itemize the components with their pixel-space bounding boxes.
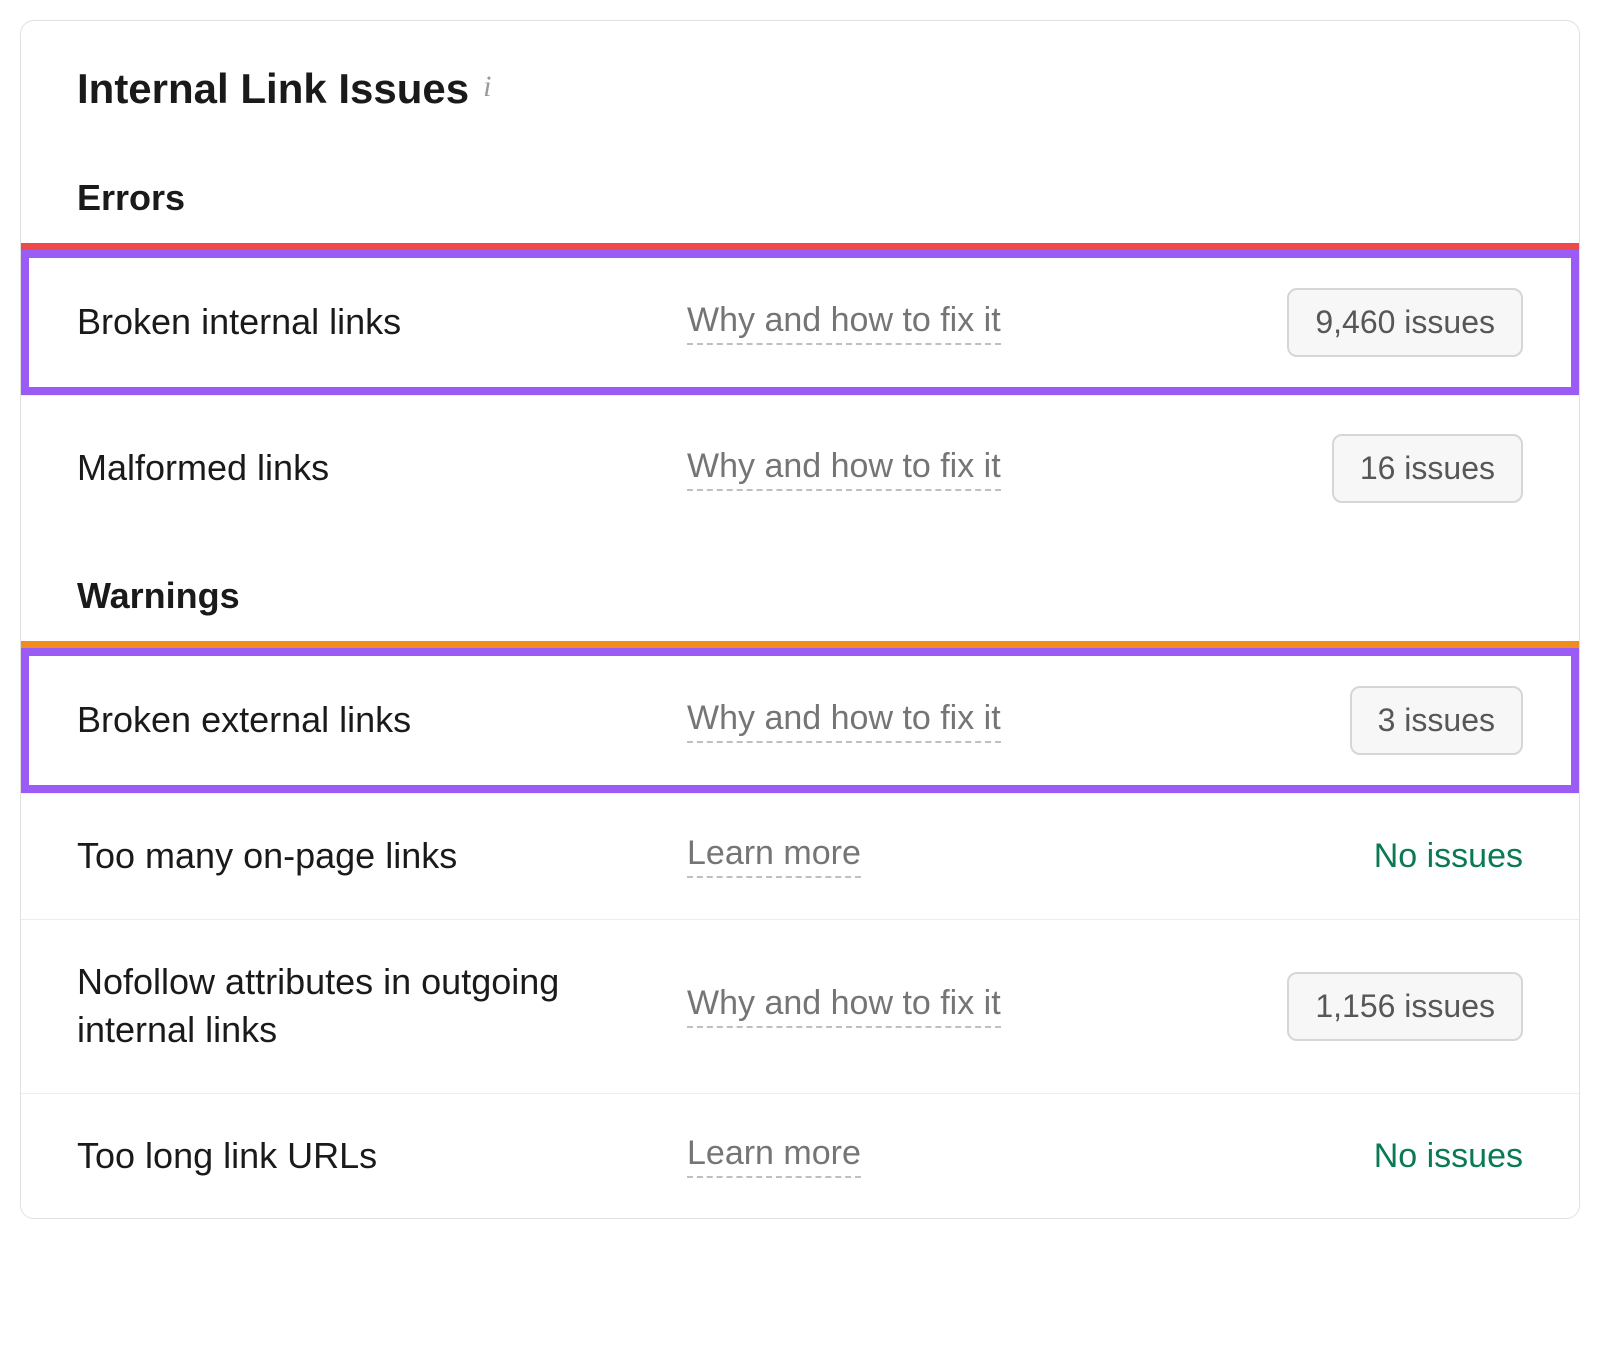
panel-title: Internal Link Issues (77, 65, 469, 113)
issue-row-too-long-link-urls[interactable]: Too long link URLs Learn more No issues (21, 1093, 1579, 1219)
issue-name: Broken external links (77, 696, 687, 745)
no-issues-label: No issues (1374, 837, 1523, 875)
warnings-divider-bar (21, 641, 1579, 648)
issue-row-nofollow-attributes[interactable]: Nofollow attributes in outgoing internal… (21, 919, 1579, 1093)
no-issues-label: No issues (1374, 1137, 1523, 1175)
issue-name: Nofollow attributes in outgoing internal… (77, 958, 687, 1055)
learn-more-link[interactable]: Learn more (687, 834, 861, 878)
info-icon[interactable]: i (483, 70, 491, 104)
section-heading-errors: Errors (21, 143, 1579, 243)
issue-count-badge[interactable]: 16 issues (1332, 434, 1523, 503)
issue-name: Too long link URLs (77, 1132, 687, 1181)
issue-count-badge[interactable]: 3 issues (1350, 686, 1523, 755)
section-heading-warnings: Warnings (21, 541, 1579, 641)
why-and-how-link[interactable]: Why and how to fix it (687, 447, 1001, 491)
internal-link-issues-panel: Internal Link Issues i Errors Broken int… (20, 20, 1580, 1219)
issue-row-malformed-links[interactable]: Malformed links Why and how to fix it 16… (21, 395, 1579, 541)
issue-row-broken-internal-links[interactable]: Broken internal links Why and how to fix… (21, 250, 1579, 395)
issue-count-badge[interactable]: 1,156 issues (1287, 972, 1523, 1041)
why-and-how-link[interactable]: Why and how to fix it (687, 301, 1001, 345)
errors-divider-bar (21, 243, 1579, 250)
why-and-how-link[interactable]: Why and how to fix it (687, 984, 1001, 1028)
issue-row-too-many-on-page-links[interactable]: Too many on-page links Learn more No iss… (21, 793, 1579, 919)
issue-row-broken-external-links[interactable]: Broken external links Why and how to fix… (21, 648, 1579, 793)
learn-more-link[interactable]: Learn more (687, 1134, 861, 1178)
issue-name: Too many on-page links (77, 832, 687, 881)
panel-header: Internal Link Issues i (21, 21, 1579, 143)
why-and-how-link[interactable]: Why and how to fix it (687, 699, 1001, 743)
issue-count-badge[interactable]: 9,460 issues (1287, 288, 1523, 357)
issue-name: Malformed links (77, 444, 687, 493)
issue-name: Broken internal links (77, 298, 687, 347)
